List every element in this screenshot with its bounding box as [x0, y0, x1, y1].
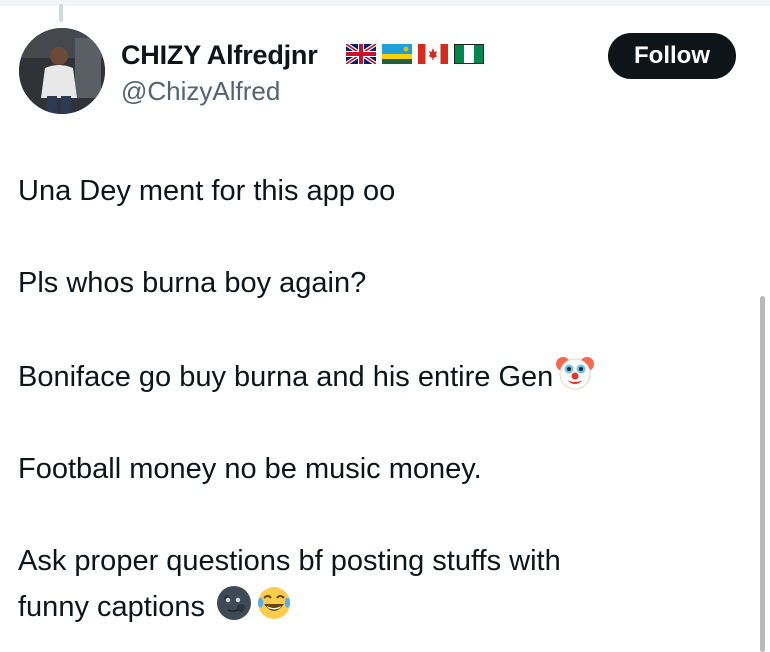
follow-button[interactable]: Follow	[608, 33, 736, 79]
top-strip	[0, 0, 770, 6]
avatar-image	[19, 28, 105, 114]
tweet-text: Una Dey ment for this app oo Pls whos bu…	[18, 168, 738, 630]
scrollbar[interactable]	[760, 296, 765, 652]
uk-flag-icon	[346, 44, 376, 64]
avatar[interactable]	[19, 28, 105, 114]
tears-of-joy-icon	[257, 587, 291, 619]
user-handle[interactable]: @ChizyAlfred	[121, 76, 280, 107]
display-name[interactable]: CHIZY Alfredjnr	[121, 40, 318, 71]
clown-face-icon	[556, 357, 595, 390]
thread-line	[59, 4, 63, 22]
rwanda-flag-icon	[382, 44, 412, 64]
tweet-line-3-text: Boniface go buy burna and his entire Gen	[18, 361, 554, 393]
nigeria-flag-icon	[454, 44, 484, 64]
canada-flag-icon	[418, 44, 448, 64]
tweet-line-4: Football money no be music money.	[18, 453, 482, 485]
new-moon-face-icon	[217, 586, 252, 620]
tweet-line-5: Ask proper questions bf posting stuffs w…	[18, 545, 561, 577]
tweet-line-6-text: funny captions	[18, 591, 206, 623]
tweet-line-2: Pls whos burna boy again?	[18, 267, 367, 299]
flag-badges	[346, 44, 484, 64]
tweet-line-1: Una Dey ment for this app oo	[18, 175, 396, 207]
tweet-line-6: funny captions	[18, 584, 738, 630]
tweet-line-3: Boniface go buy burna and his entire Gen	[18, 352, 738, 400]
